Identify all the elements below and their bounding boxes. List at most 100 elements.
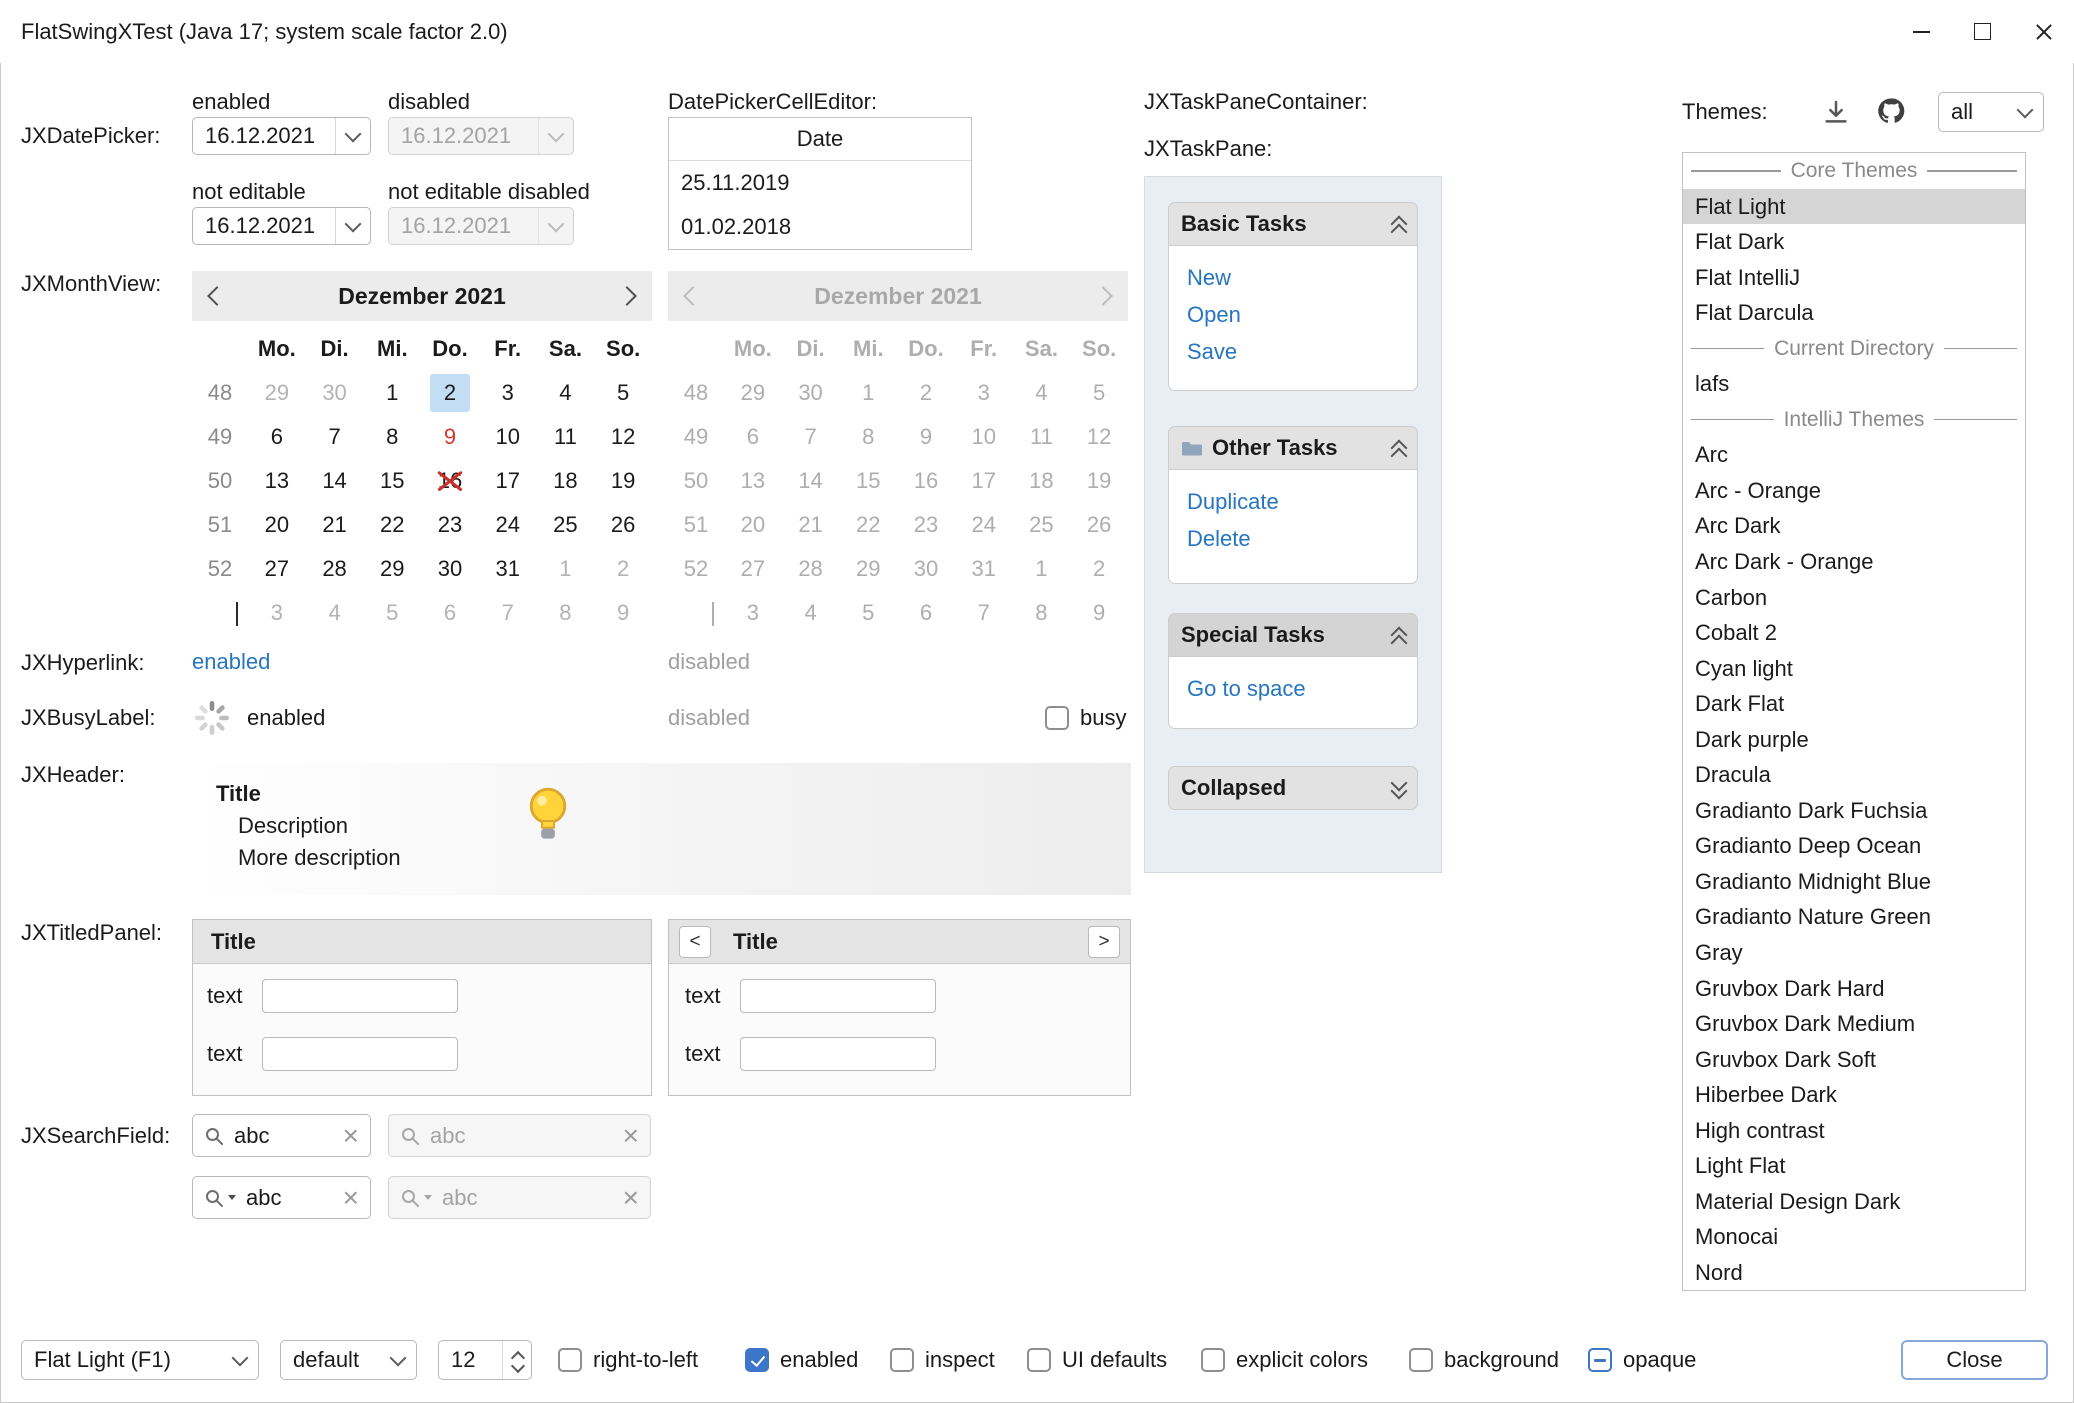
spinner-buttons[interactable] [502,1341,523,1379]
taskpane-header[interactable]: Other Tasks [1168,426,1418,470]
font-size-spinner[interactable]: 12 [438,1340,532,1380]
calendar-day-cell[interactable]: 9 [594,591,652,635]
checkbox-UI-defaults[interactable]: UI defaults [1027,1340,1167,1380]
search-menu-caret-icon[interactable] [228,1195,236,1200]
theme-list-item[interactable]: Gradianto Deep Ocean [1683,828,2025,864]
calendar-day-cell[interactable]: 2 [421,371,479,415]
calendar-day-cell[interactable]: 4 [537,371,595,415]
theme-list-item[interactable]: Gradianto Midnight Blue [1683,864,2025,900]
collapse-icon[interactable] [1393,622,1405,649]
close-window-button[interactable] [2013,0,2074,63]
titledpanel-next-button[interactable]: > [1088,926,1120,958]
calendar-day-cell[interactable]: 23 [421,503,479,547]
theme-list-item[interactable]: High contrast [1683,1113,2025,1149]
calendar-day-cell[interactable]: 18 [537,459,595,503]
theme-list-item[interactable]: Arc - Orange [1683,473,2025,509]
download-themes-button[interactable] [1818,94,1854,130]
searchfield-value[interactable]: abc [234,1123,343,1149]
calendar-day-cell[interactable]: 17 [479,459,537,503]
theme-list-item[interactable]: Light Flat [1683,1148,2025,1184]
searchfield-enabled[interactable]: abc × [192,1114,371,1157]
datepicker-value[interactable]: 16.12.2021 [193,123,335,149]
theme-list-item[interactable]: Gradianto Dark Fuchsia [1683,793,2025,829]
calendar-day-cell[interactable]: 9 [421,415,479,459]
theme-list-item[interactable]: Dracula [1683,757,2025,793]
theme-list-item[interactable]: Flat Dark [1683,224,2025,260]
theme-list-item[interactable]: Monocai [1683,1219,2025,1255]
taskpane-header[interactable]: Basic Tasks [1168,202,1418,246]
calendar-day-cell[interactable]: 11 [537,415,595,459]
titledpanel-prev-button[interactable]: < [679,926,711,958]
calendar-day-cell[interactable]: 12 [594,415,652,459]
calendar-day-cell[interactable]: 6 [248,415,306,459]
calendar-day-cell[interactable]: 29 [363,547,421,591]
collapse-icon[interactable] [1393,435,1405,462]
checkbox-right-to-left[interactable]: right-to-left [558,1340,698,1380]
titledpanel-text-input[interactable] [262,1037,458,1071]
calendar-day-cell[interactable]: 4 [306,591,364,635]
taskpane-header[interactable]: Collapsed [1168,766,1418,810]
theme-list-item[interactable]: Carbon [1683,580,2025,616]
calendar-day-cell[interactable]: 1 [537,547,595,591]
calendar-day-cell[interactable]: 13 [248,459,306,503]
titledpanel-text-input[interactable] [262,979,458,1013]
task-link[interactable]: Save [1187,333,1417,370]
calendar-day-cell[interactable]: 10 [479,415,537,459]
calendar-day-cell[interactable]: 5 [594,371,652,415]
calendar-day-cell[interactable]: 14 [306,459,364,503]
calendar-day-cell[interactable]: 8 [537,591,595,635]
datepicker-enabled[interactable]: 16.12.2021 [192,117,371,155]
calendar-day-cell[interactable]: 29 [248,371,306,415]
theme-list-item[interactable]: Flat IntelliJ [1683,260,2025,296]
calendar-day-cell[interactable]: 20 [248,503,306,547]
collapse-icon[interactable] [1393,211,1405,238]
theme-list-item[interactable]: Dark Flat [1683,686,2025,722]
calendar-day-cell[interactable]: 24 [479,503,537,547]
calendar-day-cell[interactable]: 25 [537,503,595,547]
theme-list-item[interactable]: Gruvbox Dark Soft [1683,1042,2025,1078]
taskpane-header[interactable]: Special Tasks [1168,613,1418,657]
theme-list-item[interactable]: Gruvbox Dark Medium [1683,1006,2025,1042]
calendar-day-cell[interactable]: 21 [306,503,364,547]
calendar-day-cell[interactable]: 15 [363,459,421,503]
task-link[interactable]: New [1187,259,1417,296]
theme-list-item[interactable]: Material Design Dark [1683,1184,2025,1220]
titledpanel-text-input[interactable] [740,979,936,1013]
datepicker-dropdown-button[interactable] [335,118,370,154]
task-link[interactable]: Open [1187,296,1417,333]
task-link[interactable]: Go to space [1187,670,1417,707]
checkbox-busy[interactable]: busy [1045,698,1126,738]
clear-icon[interactable]: × [343,1184,359,1212]
theme-list-item[interactable]: Arc Dark [1683,508,2025,544]
checkbox-opaque[interactable]: opaque [1588,1340,1696,1380]
calendar-day-cell[interactable]: 8 [363,415,421,459]
calendar-day-cell[interactable]: 3 [479,371,537,415]
laf-combobox[interactable]: Flat Light (F1) [21,1340,259,1380]
calendar-day-cell[interactable]: 28 [306,547,364,591]
github-link-button[interactable] [1872,93,1910,131]
calendar-day-cell[interactable]: 27 [248,547,306,591]
datepicker-not-editable[interactable]: 16.12.2021 [192,207,371,245]
calendar-day-cell[interactable]: 3 [248,591,306,635]
theme-list-item[interactable]: Gray [1683,935,2025,971]
theme-list-item[interactable]: Cyan light [1683,651,2025,687]
calendar-day-cell[interactable]: 30 [421,547,479,591]
calendar-day-cell[interactable]: 26 [594,503,652,547]
searchfield-with-menu[interactable]: abc × [192,1176,371,1219]
table-row[interactable]: 25.11.2019 [669,161,971,205]
hyperlink-enabled[interactable]: enabled [192,649,270,675]
theme-list-item[interactable]: Hiberbee Dark [1683,1077,2025,1113]
calendar-day-cell[interactable]: 16 [421,459,479,503]
theme-list-item[interactable]: Gradianto Nature Green [1683,899,2025,935]
task-link[interactable]: Duplicate [1187,483,1417,520]
clear-icon[interactable]: × [343,1122,359,1150]
theme-list-item[interactable]: Arc [1683,437,2025,473]
minimize-button[interactable] [1891,0,1952,63]
calendar-day-cell[interactable]: 30 [306,371,364,415]
theme-list-item[interactable]: Gruvbox Dark Hard [1683,971,2025,1007]
calendar-day-cell[interactable]: 5 [363,591,421,635]
checkbox-inspect[interactable]: inspect [890,1340,995,1380]
theme-list-item[interactable]: lafs [1683,366,2025,402]
close-button[interactable]: Close [1901,1340,2048,1380]
calendar-day-cell[interactable]: 19 [594,459,652,503]
